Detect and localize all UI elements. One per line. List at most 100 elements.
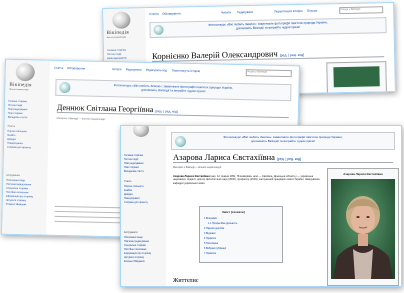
sidebar-item-recent[interactable]: Нові редагування: [8, 108, 28, 111]
toc-item[interactable]: 1 Біографія: [204, 217, 217, 220]
wikipedia-globe-icon[interactable]: [15, 62, 35, 82]
page-title: Азарова Лариса Євстахіївна [ред. | ред. к…: [173, 152, 393, 163]
page-title: Корнієнко Валерій Олександрович [ред. | р…: [152, 46, 385, 63]
tab-history[interactable]: Переглянути історію: [274, 9, 302, 14]
sidebar: Вікіпедія Вільна енциклопедія Головна ст…: [2, 59, 51, 235]
toc-title[interactable]: Зміст [сховати]: [222, 210, 245, 214]
tab-edit-code[interactable]: Редагувати код: [146, 68, 167, 72]
sidebar-item-main[interactable]: Головна сторінка: [107, 49, 126, 52]
toc-item[interactable]: 5 Посилання: [204, 242, 218, 245]
tab-history[interactable]: Переглянути історію: [172, 68, 200, 73]
sidebar-item-special[interactable]: Спеціальні сторінки: [124, 244, 146, 247]
sidebar-item-pub[interactable]: Кнайпа: [124, 189, 132, 192]
page-title-text: Азарова Лариса Євстахіївна: [173, 152, 275, 162]
portrait-illustration: [331, 179, 395, 279]
edit-section-link[interactable]: [ред. | ред. код]: [277, 157, 301, 161]
sidebar-item-help[interactable]: Довідка: [7, 138, 16, 141]
tab-edit[interactable]: Редагувати: [126, 67, 142, 71]
sidebar-item-portal[interactable]: Портал спільноти: [124, 185, 143, 188]
notice-line-2[interactable]: допоможіть Вікіпедії та виграйте чудові …: [186, 139, 380, 144]
tab-article[interactable]: Стаття: [149, 12, 159, 16]
sidebar-item-main[interactable]: Головна сторінка: [8, 100, 27, 103]
sidebar-item-special[interactable]: Спеціальні сторінки: [6, 187, 28, 190]
infobox-title: Азарова Лариса Євстахіївна: [343, 172, 383, 176]
tab-read[interactable]: Читати: [112, 67, 122, 71]
edit-section-link[interactable]: [ред. | ред. код]: [280, 53, 304, 58]
sidebar-item-donate[interactable]: Пожертвувати: [7, 142, 23, 145]
toc-item[interactable]: 2 Наукові доробки: [204, 227, 224, 230]
contest-logo-icon: [153, 24, 164, 35]
sidebar-section-participation: Участь: [124, 180, 132, 183]
tab-article[interactable]: Стаття: [54, 66, 64, 70]
sidebar-item-related[interactable]: Пов'язані редагування: [6, 183, 31, 187]
wikipedia-wordmark: Вікіпедія: [106, 30, 129, 36]
table-of-contents: Зміст [сховати] 1 Біографія 1.1 Професій…: [199, 206, 283, 263]
sidebar-item-help[interactable]: Довідка: [124, 193, 133, 196]
site-notice: Фотоконкурс «Вікі любить Землю»: заванта…: [149, 17, 387, 39]
sidebar-item-project[interactable]: Сторінки для проекту: [7, 146, 31, 150]
text-line: [54, 205, 125, 209]
sidebar-item-random[interactable]: Випадкова стаття: [124, 170, 144, 173]
toc-item[interactable]: 6 Вибрані публікації: [204, 247, 226, 250]
sidebar-item-events[interactable]: Поточні події: [124, 158, 138, 161]
sidebar-item-page-info[interactable]: Інформація про сторінку: [124, 252, 151, 255]
person-photo[interactable]: [331, 179, 395, 279]
sidebar-item-events[interactable]: Поточні події: [8, 104, 22, 107]
wikipedia-globe-icon[interactable]: [112, 11, 131, 29]
text-line: [54, 210, 125, 214]
sidebar-item-cite[interactable]: Цитувати сторінку: [124, 256, 144, 259]
sidebar-item-project[interactable]: Сторінки для проекту: [124, 201, 148, 204]
sidebar-item-wikidata[interactable]: Елемент Вікіданих: [124, 260, 145, 263]
sidebar-item-permalink[interactable]: Постійне посилання: [6, 191, 28, 195]
tab-discussion[interactable]: Обговорення: [162, 11, 180, 15]
sidebar-section-participation: Участь: [7, 124, 16, 128]
infobox: [326, 61, 387, 95]
sidebar-item-donate[interactable]: Пожертвувати: [124, 197, 140, 200]
toc-item[interactable]: 4 Примітки: [204, 237, 216, 240]
site-notice: Фотоконкурс «Вікі любить Землю»: заванта…: [171, 132, 395, 150]
toc-item[interactable]: 3 Відзнаки: [204, 232, 216, 235]
page-title-text: Корнієнко Валерій Олександрович: [152, 48, 278, 62]
tab-read[interactable]: Читати: [221, 10, 231, 14]
wiki-page-azarova: Головна сторінка Поточні події Нові реда…: [120, 125, 402, 287]
search-input[interactable]: Пошук у Вікіпедії: [339, 6, 384, 15]
sidebar-item-events[interactable]: Поточні події: [107, 53, 121, 56]
wikipedia-tagline: Вільна енциклопедія: [106, 36, 127, 39]
wikipedia-globe-icon[interactable]: [133, 126, 149, 137]
lead-paragraph: Азарова Лариса Євстахіївна (нар. 12 трав…: [173, 175, 323, 185]
tab-discussion[interactable]: Обговорення: [67, 66, 85, 70]
sidebar-item-links-here[interactable]: Посилання сюди: [6, 179, 25, 182]
search-input[interactable]: Пошук у Вікіпедії: [245, 69, 292, 78]
sidebar-item-portal[interactable]: Портал спільноти: [7, 130, 27, 133]
contest-logo-icon: [175, 136, 186, 147]
contest-logo-icon: [59, 81, 71, 94]
sidebar-item-random[interactable]: Випадкова стаття: [8, 116, 28, 119]
sidebar-item-wikidata[interactable]: Елемент Вікіданих: [6, 203, 27, 206]
toc-item[interactable]: 7 Примітки: [204, 252, 216, 255]
infobox: Азарова Лариса Євстахіївна: [327, 168, 399, 286]
sidebar-item-new[interactable]: Нові сторінки: [8, 112, 23, 115]
sidebar-item-new[interactable]: Нові сторінки: [124, 166, 139, 169]
text-line: [54, 220, 125, 224]
sidebar-item-cite[interactable]: Цитувати сторінку: [6, 199, 26, 202]
sidebar-item-main[interactable]: Головна сторінка: [124, 154, 143, 157]
sidebar-item-pub[interactable]: Кнайпа: [7, 134, 15, 137]
toc-item[interactable]: 1.1 Професійна діяльність: [208, 222, 237, 225]
sidebar-section-tools: Інструменти: [6, 173, 20, 178]
page-subtitle: Матеріал з Вікіпедії — вільної енциклопе…: [173, 166, 222, 169]
sidebar-item-recent[interactable]: Нові редагування: [124, 162, 143, 165]
sidebar-item-permalink[interactable]: Постійне посилання: [124, 248, 146, 251]
sidebar: Головна сторінка Поточні події Нові реда…: [121, 126, 166, 286]
tab-edit[interactable]: Редагувати: [237, 10, 253, 14]
sidebar-item-related[interactable]: Пов'язані редагування: [124, 240, 149, 243]
tab-more[interactable]: Більше: [307, 9, 317, 13]
page-subtitle: Матеріал з Вікіпедії — вільної енциклопе…: [56, 116, 106, 121]
sidebar-item-recent[interactable]: Нові редагування: [107, 57, 126, 60]
person-photo: [333, 66, 380, 88]
wikipedia-tagline: Вільна енциклопедія: [9, 88, 29, 92]
edit-section-link[interactable]: [ред. | ред. код]: [155, 109, 178, 114]
sidebar-section-tools: Інструменти: [124, 231, 138, 234]
sidebar-item-page-info[interactable]: Інформація про сторінку: [6, 195, 33, 199]
sidebar-item-links-here[interactable]: Посилання сюди: [124, 236, 143, 239]
page-title: Деннюк Світлана Георгіївна [ред. | ред. к…: [56, 102, 289, 119]
